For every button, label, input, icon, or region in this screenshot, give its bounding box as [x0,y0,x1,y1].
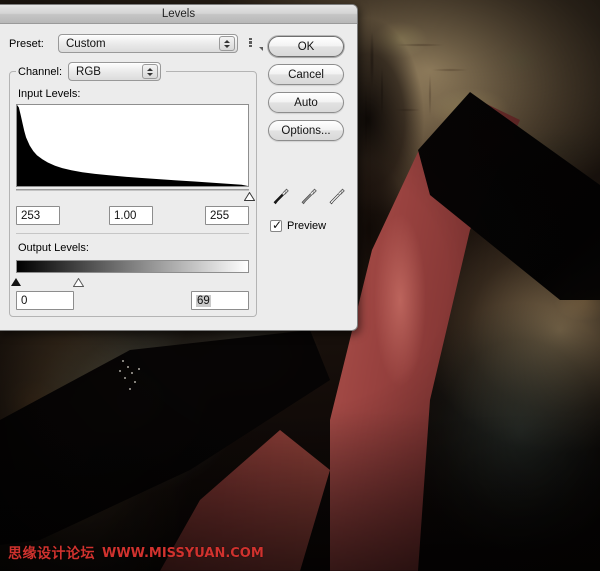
preview-row[interactable]: ✓ Preview [270,218,327,232]
input-levels-slider[interactable] [16,189,255,201]
preset-stepper-arrows[interactable] [219,36,235,51]
preset-options-flyout-icon[interactable] [249,37,263,51]
options-button-label: Options... [281,124,331,137]
output-shadow-value: 0 [21,294,28,307]
output-highlight-marker[interactable] [73,278,85,287]
checkmark-icon: ✓ [272,218,283,232]
preview-checkbox[interactable]: ✓ [270,218,283,232]
levels-dialog: Levels Preset: Custom Channel: RGB Input… [0,4,358,331]
cancel-button-label: Cancel [288,68,324,81]
histogram-plot [17,105,248,186]
output-shadow-field[interactable]: 0 [16,291,74,310]
preset-label: Preset: [9,37,44,50]
watermark-url: WWW.MISSYUAN.COM [102,545,264,561]
ok-button[interactable]: OK [268,36,344,57]
auto-button[interactable]: Auto [268,92,344,113]
output-gradient-bar [16,260,249,273]
channel-value: RGB [76,65,101,78]
set-white-point-eyedropper[interactable] [328,187,346,207]
preview-label: Preview [287,220,327,232]
dialog-titlebar[interactable]: Levels [0,5,357,24]
set-gray-point-eyedropper[interactable] [300,187,318,207]
channel-stepper-arrows[interactable] [142,64,159,79]
levels-adjustment-group: Channel: RGB Input Levels: 253 1.00 255 … [9,62,257,317]
eyedropper-tools [272,187,350,207]
cancel-button[interactable]: Cancel [268,64,344,85]
screenshot-root: 思缘设计论坛 WWW.MISSYUAN.COM Levels Preset: C… [0,0,600,571]
dialog-body: Preset: Custom Channel: RGB Input Levels… [0,24,357,331]
preset-value: Custom [66,37,106,50]
input-levels-label: Input Levels: [18,88,81,100]
ok-button-label: OK [297,40,315,53]
input-highlight-value: 255 [210,209,230,222]
input-shadow-value: 253 [21,209,41,222]
input-midtone-value: 1.00 [114,209,137,222]
set-black-point-eyedropper[interactable] [272,187,290,207]
output-levels-label: Output Levels: [18,242,89,254]
input-shadow-field[interactable]: 253 [16,206,60,225]
output-highlight-field[interactable]: 69 [191,291,249,310]
channel-row: Channel: RGB [16,62,167,81]
input-highlight-marker[interactable] [243,192,255,201]
watermark-chinese: 思缘设计论坛 [8,546,95,562]
dialog-title: Levels [161,8,196,20]
dialog-buttons: OK Cancel Auto Options... [268,36,350,148]
output-levels-slider[interactable] [11,275,249,287]
channel-label: Channel: [18,65,63,78]
channel-select[interactable]: RGB [68,62,162,81]
input-midtone-field[interactable]: 1.00 [109,206,153,225]
site-watermark: 思缘设计论坛 WWW.MISSYUAN.COM [8,543,264,563]
options-button[interactable]: Options... [268,120,344,141]
group-divider [16,233,249,234]
input-histogram[interactable] [16,104,249,187]
output-highlight-value: 69 [196,294,211,307]
input-highlight-field[interactable]: 255 [205,206,249,225]
output-shadow-marker[interactable] [11,278,21,286]
preset-select[interactable]: Custom [58,34,238,53]
auto-button-label: Auto [294,96,318,109]
input-slider-track [16,189,249,191]
